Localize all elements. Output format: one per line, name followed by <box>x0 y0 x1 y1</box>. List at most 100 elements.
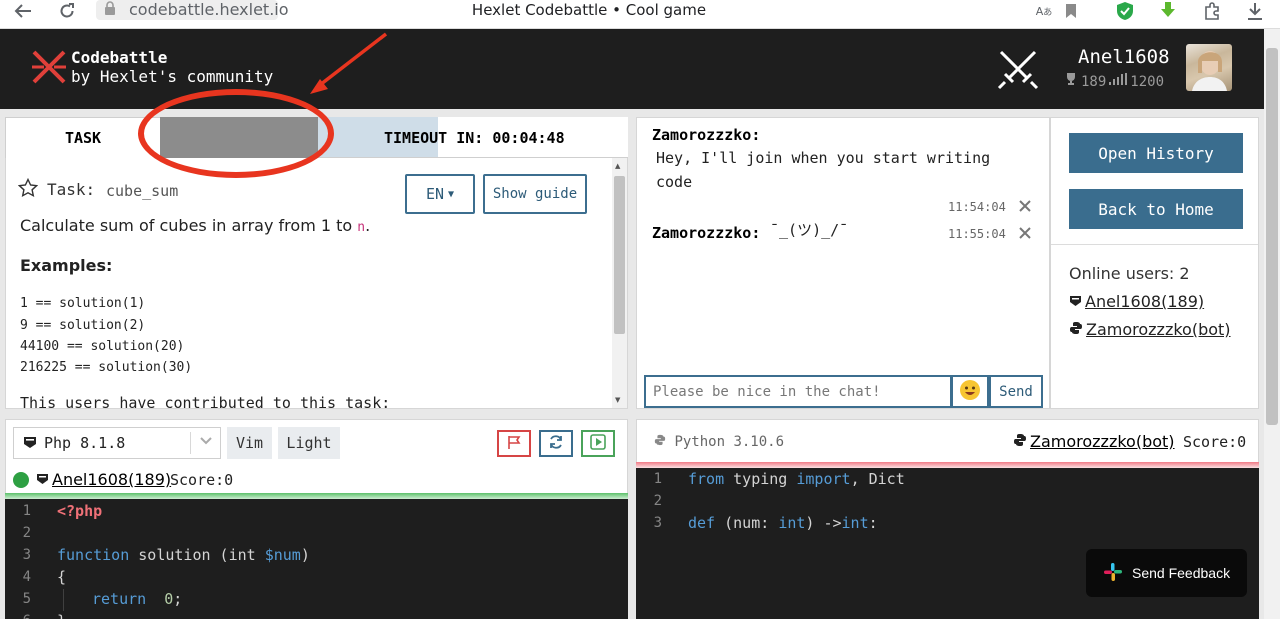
language-label[interactable]: Php 8.1.8 <box>44 434 125 452</box>
code-line: return 0; <box>92 590 183 608</box>
contributors-heading: This users have contributed to this task… <box>20 394 391 412</box>
code-line: def (num: int) ->int: <box>688 514 878 532</box>
send-feedback-label: Send Feedback <box>1132 565 1231 581</box>
line-number: 3 <box>653 515 662 531</box>
php-icon <box>1069 292 1082 312</box>
chevron-down-icon[interactable] <box>199 434 213 450</box>
python-icon <box>1069 320 1083 340</box>
tab-title: Hexlet Codebattle • Cool game <box>471 1 707 19</box>
annotation-ellipse <box>138 89 334 178</box>
task-title-label: Task: <box>47 180 96 199</box>
line-number: 5 <box>22 591 31 607</box>
send-button[interactable]: Send <box>989 375 1043 408</box>
online-user[interactable]: Anel1608(189) <box>1069 292 1204 312</box>
line-number: 2 <box>22 525 31 541</box>
download-icon[interactable] <box>1244 0 1266 22</box>
code-line: <?php <box>57 502 103 520</box>
chat-input[interactable]: Please be nice in the chat! <box>644 375 952 408</box>
online-user-link[interactable]: Zamorozzzko(bot) <box>1086 320 1231 340</box>
page-scrollbar-thumb[interactable] <box>1266 48 1278 425</box>
flag-icon <box>507 434 521 453</box>
right-player[interactable]: Zamorozzzko(bot) <box>1013 432 1175 452</box>
chat-message-text: Hey, I'll join when you start writing <box>656 149 991 167</box>
show-guide-button[interactable]: Show guide <box>483 174 587 214</box>
open-history-button[interactable]: Open History <box>1069 133 1243 173</box>
sync-icon <box>548 434 564 454</box>
code-line: function solution (int $num) <box>57 546 310 564</box>
right-player-score: Score:0 <box>1183 433 1247 451</box>
emoji-button[interactable] <box>951 375 989 408</box>
crossed-swords-icon <box>995 46 1041 96</box>
caret-down-icon: ▼ <box>448 188 455 200</box>
star-icon[interactable] <box>17 177 39 202</box>
translate-icon[interactable]: Aあ <box>1034 0 1054 22</box>
task-description: Calculate sum of cubes in array from 1 t… <box>20 216 371 235</box>
vim-mode-button[interactable]: Vim <box>227 427 272 459</box>
smiley-icon <box>959 379 981 405</box>
online-user[interactable]: Zamorozzzko(bot) <box>1069 320 1231 340</box>
trophy-icon <box>1064 72 1078 91</box>
select-divider <box>190 432 191 454</box>
ban-user-icon[interactable] <box>1018 226 1032 244</box>
code-line: } <box>57 610 66 619</box>
chat-message-text: ¯_(ツ)_/¯ <box>770 221 849 239</box>
line-number: 6 <box>5 610 31 619</box>
online-status-dot <box>13 472 29 488</box>
opponent-language: Python 3.10.6 <box>654 434 784 450</box>
user-name[interactable]: Anel1608 <box>1078 45 1170 69</box>
logo-subtitle[interactable]: by Hexlet's community <box>71 67 273 87</box>
line-number: 3 <box>22 547 31 563</box>
line-number: 4 <box>22 569 31 585</box>
scroll-down-icon[interactable]: ▼ <box>615 396 620 404</box>
logo-title[interactable]: Codebattle <box>71 48 167 68</box>
chat-time: 11:54:04 <box>948 200 1006 214</box>
python-icon <box>1013 432 1027 452</box>
example-line: 9 == solution(2) <box>20 318 146 333</box>
task-scrollbar-thumb[interactable] <box>614 176 625 334</box>
indent-guide <box>63 589 64 611</box>
task-language-button[interactable]: EN ▼ <box>405 174 475 214</box>
left-player-link[interactable]: Anel1608(189) <box>52 470 171 490</box>
extensions-icon[interactable] <box>1201 0 1223 22</box>
bookmark-icon[interactable] <box>1063 0 1079 22</box>
chat-author: Zamorozzzko: <box>652 224 761 242</box>
shield-check-icon[interactable] <box>1114 0 1136 22</box>
example-line: 1 == solution(1) <box>20 296 146 311</box>
download-arrow-icon[interactable] <box>1157 0 1179 22</box>
scroll-up-icon[interactable]: ▲ <box>615 162 620 170</box>
user-stats: 189 1200 <box>1064 72 1164 91</box>
python-icon <box>654 434 666 450</box>
left-code-editor[interactable]: 1 <?php 2 3 function solution (int $num)… <box>5 499 628 619</box>
annotation-arrow-icon <box>300 30 392 102</box>
back-to-home-button[interactable]: Back to Home <box>1069 189 1243 229</box>
code-line: { <box>57 568 67 586</box>
chat-time: 11:55:04 <box>948 227 1006 241</box>
php-icon <box>23 434 37 448</box>
timeout-label: TIMEOUT IN: 00:04:48 <box>384 129 565 147</box>
line-number: 1 <box>22 503 31 519</box>
task-name: cube_sum <box>106 182 179 200</box>
online-user-link[interactable]: Anel1608(189) <box>1085 292 1204 312</box>
examples-title: Examples: <box>20 256 113 275</box>
light-theme-button[interactable]: Light <box>278 427 340 459</box>
example-line: 44100 == solution(20) <box>20 339 185 354</box>
sidebar-divider <box>1051 244 1258 245</box>
line-number: 2 <box>653 493 662 509</box>
play-icon <box>590 433 606 454</box>
codebattle-logo-icon[interactable] <box>30 48 68 90</box>
avatar[interactable] <box>1186 44 1232 91</box>
php-icon <box>36 470 49 490</box>
run-button[interactable] <box>581 430 615 457</box>
reset-button[interactable] <box>539 430 573 457</box>
right-player-link[interactable]: Zamorozzzko(bot) <box>1030 432 1175 452</box>
chat-message-text: code <box>656 173 693 191</box>
rank-bars-icon <box>1109 72 1128 91</box>
give-up-button[interactable] <box>497 430 531 457</box>
left-player-score: Score:0 <box>170 471 234 489</box>
user-rating: 189 <box>1081 73 1107 90</box>
left-player[interactable]: Anel1608(189) <box>36 470 171 490</box>
ban-user-icon[interactable] <box>1018 199 1032 217</box>
send-feedback-button[interactable]: Send Feedback <box>1086 549 1247 597</box>
code-line: from typing import, Dict <box>688 470 905 488</box>
user-rank: 1200 <box>1130 73 1165 90</box>
